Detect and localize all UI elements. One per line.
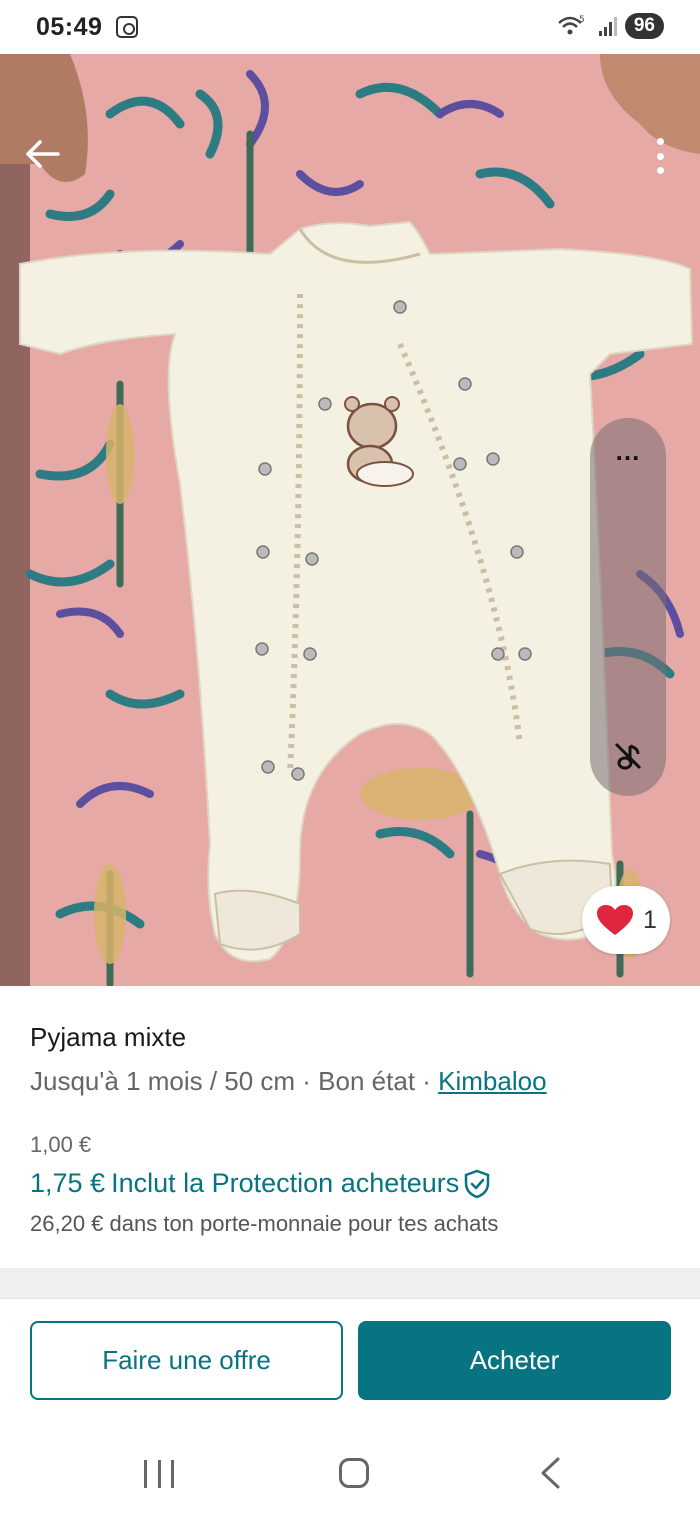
home-icon[interactable] [339, 1458, 369, 1488]
action-bar: Faire une offre Acheter [0, 1298, 700, 1430]
item-details: Pyjama mixte Jusqu'à 1 mois / 50 cm · Bo… [0, 986, 700, 1268]
item-title: Pyjama mixte [30, 1022, 187, 1052]
total-price-row[interactable]: 1,75 € Inclut la Protection acheteurs [30, 1168, 670, 1199]
item-price: 1,00 € [30, 1132, 92, 1157]
product-photo[interactable]: ... 1 [0, 54, 700, 986]
wallet-balance: 26,20 € dans ton porte-monnaie pour tes … [30, 1211, 499, 1236]
section-divider [0, 1268, 700, 1298]
wifi-icon: 5 [558, 15, 585, 35]
signal-icon [598, 16, 617, 36]
item-subtitle: Jusqu'à 1 mois / 50 cm · Bon état · Kimb… [30, 1066, 670, 1096]
side-panel-more-icon[interactable]: ... [590, 438, 666, 464]
recent-apps-icon[interactable] [144, 1460, 174, 1488]
status-time: 05:49 [36, 12, 103, 41]
total-price: 1,75 € [30, 1168, 106, 1198]
item-size-condition: Jusqu'à 1 mois / 50 cm · Bon état · [30, 1066, 439, 1096]
battery-icon: 96 [624, 13, 664, 39]
likes-count: 1 [643, 905, 657, 934]
heart-icon [597, 905, 634, 935]
like-button[interactable]: 1 [582, 886, 670, 954]
status-bar: 05:49 5 96 [0, 0, 700, 54]
back-arrow-icon[interactable] [22, 134, 62, 174]
make-offer-button[interactable]: Faire une offre [30, 1321, 343, 1400]
shield-check-icon[interactable] [463, 1169, 491, 1199]
status-icons: 5 96 [557, 13, 664, 39]
more-vertical-icon[interactable] [650, 134, 670, 178]
svg-text:5: 5 [579, 15, 585, 25]
buy-button[interactable]: Acheter [358, 1321, 671, 1400]
system-nav-bar [0, 1430, 700, 1517]
screen-capture-icon [116, 16, 139, 38]
nav-back-icon[interactable] [538, 1456, 562, 1490]
brand-link[interactable]: Kimbaloo [438, 1066, 546, 1096]
buyer-protection-label[interactable]: Inclut la Protection acheteurs [111, 1168, 459, 1199]
side-panel[interactable]: ... [590, 418, 666, 796]
mute-icon[interactable] [612, 740, 644, 772]
